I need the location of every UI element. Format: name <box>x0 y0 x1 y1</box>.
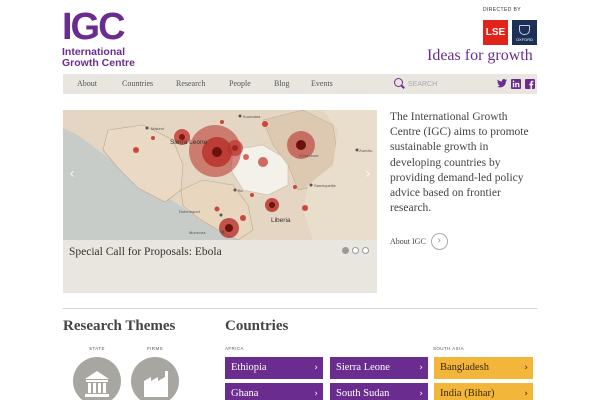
map-label-zwedru: Zwedru <box>359 148 372 153</box>
search-icon[interactable] <box>394 78 403 87</box>
building-icon <box>85 371 109 397</box>
logo-mark: IGC <box>62 6 126 48</box>
nav-item-countries[interactable]: Countries <box>122 74 153 94</box>
map-label-monrovia: Monrovia <box>189 230 206 235</box>
logo-line-2: Growth Centre <box>62 57 135 69</box>
map-label-koundara: Koundara <box>243 114 261 119</box>
oxford-crest-icon <box>519 25 530 35</box>
map-label-bo: Bo <box>238 188 244 193</box>
country-button-ghana[interactable]: Ghana › <box>225 383 323 400</box>
country-button-south-sudan[interactable]: South Sudan › <box>330 383 428 400</box>
chevron-right-icon: › <box>419 389 423 399</box>
theme-firms-button[interactable] <box>131 357 179 400</box>
map-label-sierra-leone: Sierra Leone <box>170 139 208 146</box>
chevron-right-icon: › <box>314 363 318 373</box>
slider-dot-2[interactable] <box>352 247 359 254</box>
twitter-icon[interactable] <box>496 78 507 89</box>
country-button-bangladesh[interactable]: Bangladesh › <box>434 357 533 379</box>
region-label-africa: AFRICA <box>225 346 244 351</box>
country-button-sierra-leone[interactable]: Sierra Leone › <box>330 357 428 379</box>
slider-next-icon[interactable]: › <box>362 162 374 186</box>
nav-item-research[interactable]: Research <box>176 74 205 94</box>
theme-label-state: STATE <box>89 346 105 351</box>
slider-dot-1[interactable] <box>342 247 349 254</box>
about-igc-link[interactable]: About IGC › <box>390 232 448 250</box>
slider-caption[interactable]: Special Call for Proposals: Ebola <box>69 246 222 258</box>
oxford-logo[interactable]: OXFORD <box>512 20 537 45</box>
country-label: South Sudan <box>336 388 390 399</box>
nav-item-people[interactable]: People <box>229 74 251 94</box>
chevron-right-icon: › <box>314 389 318 399</box>
country-label: Bangladesh <box>440 362 489 373</box>
chevron-right-icon: › <box>524 389 528 399</box>
search-box <box>393 74 489 94</box>
theme-state-button[interactable] <box>73 357 121 400</box>
directed-by-label: DIRECTED BY <box>483 7 522 13</box>
slider-prev-icon[interactable]: ‹ <box>66 162 78 186</box>
nav-item-blog[interactable]: Blog <box>274 74 290 94</box>
chevron-right-icon: › <box>524 363 528 373</box>
nav-item-events[interactable]: Events <box>311 74 333 94</box>
country-label: Sierra Leone <box>336 362 390 373</box>
country-label: Ghana <box>231 388 259 399</box>
map-label-robertsport: Robertsport <box>179 209 201 214</box>
chevron-right-icon: › <box>430 232 448 250</box>
map-label-nzerekore: N'Zerekore <box>299 153 319 158</box>
chevron-right-icon: › <box>419 363 423 373</box>
research-themes-title: Research Themes <box>63 318 176 334</box>
nav-bar: About Countries Research People Blog Eve… <box>63 74 537 94</box>
facebook-icon[interactable] <box>524 78 535 89</box>
country-button-india-bihar[interactable]: India (Bihar) › <box>434 383 533 400</box>
map-label-sanniquellie: Sanniquellie <box>314 183 337 188</box>
map-label-makeni: Makeni <box>151 126 164 131</box>
logo-text: International Growth Centre <box>62 47 142 69</box>
featured-slider: Sierra Leone Liberia Koundara Makeni Bo … <box>63 110 377 293</box>
countries-title: Countries <box>225 318 289 334</box>
country-button-ethiopia[interactable]: Ethiopia › <box>225 357 323 379</box>
main-nav: About Countries Research People Blog Eve… <box>63 74 393 94</box>
lse-logo[interactable]: LSE <box>483 20 508 45</box>
section-divider <box>63 308 537 309</box>
intro-text: The International Growth Centre (IGC) ai… <box>390 111 529 215</box>
search-input[interactable] <box>408 77 488 91</box>
slider-dots <box>342 247 369 254</box>
social-links <box>496 78 535 90</box>
tagline: Ideas for growth <box>427 47 533 64</box>
map-label-liberia: Liberia <box>271 217 291 224</box>
country-label: Ethiopia <box>231 362 267 373</box>
about-igc-label: About IGC <box>390 236 426 246</box>
country-label: India (Bihar) <box>440 388 495 399</box>
linkedin-icon[interactable] <box>510 78 521 89</box>
region-label-south-asia: SOUTH ASIA <box>433 346 465 351</box>
oxford-logo-label: OXFORD <box>515 37 534 42</box>
ebola-map: Sierra Leone Liberia Koundara Makeni Bo … <box>63 110 377 240</box>
igc-logo[interactable]: IGC International Growth Centre <box>62 6 142 69</box>
theme-label-firms: FIRMS <box>147 346 163 351</box>
slider-dot-3[interactable] <box>362 247 369 254</box>
factory-icon <box>144 371 168 397</box>
nav-item-about[interactable]: About <box>77 74 97 94</box>
